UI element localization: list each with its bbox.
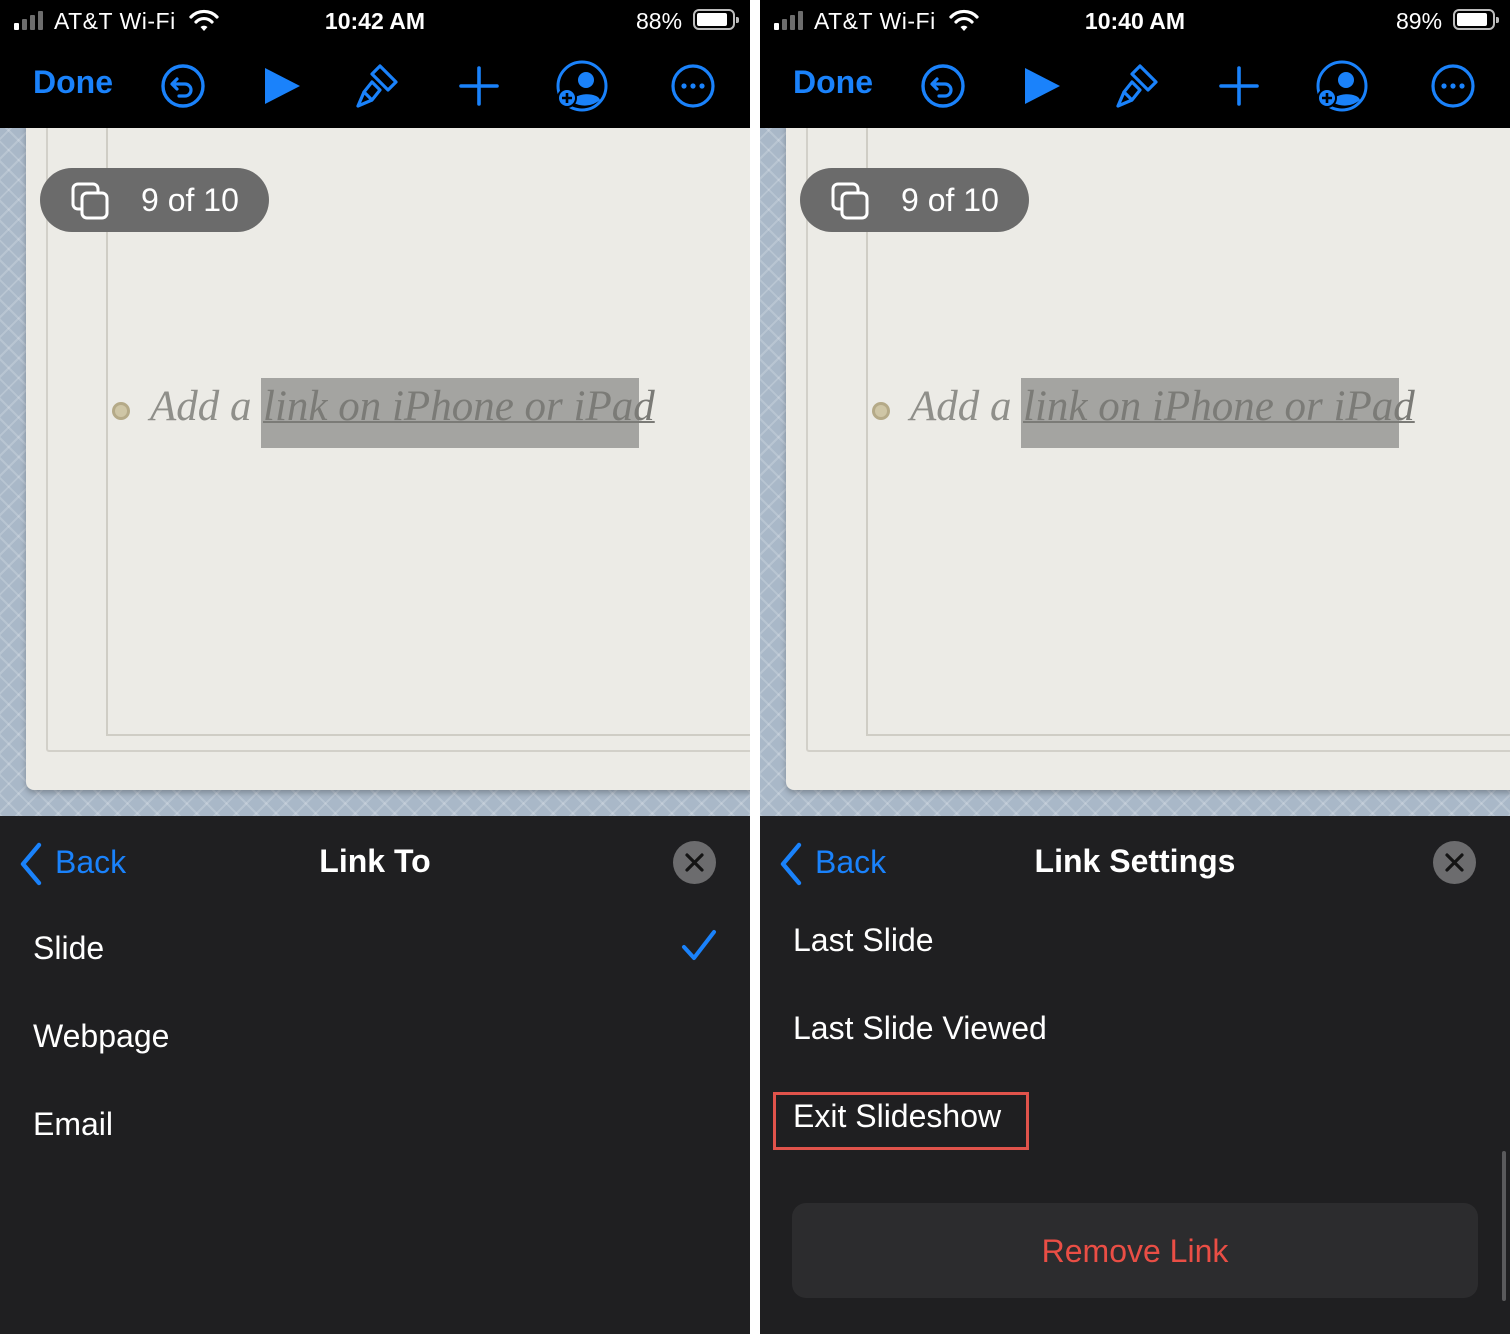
option-label: Webpage: [33, 1018, 170, 1054]
slide-link-text[interactable]: link on iPhone or iPad: [263, 382, 655, 431]
link-to-sheet: Back Link To Slide Webpage Email: [0, 816, 750, 1334]
slides-icon: [831, 182, 869, 220]
sheet-header: Back Link To: [0, 816, 750, 908]
slide-counter[interactable]: 9 of 10: [40, 168, 269, 232]
more-icon[interactable]: [665, 58, 721, 114]
option-label: Email: [33, 1106, 114, 1142]
battery-percent: 89%: [1396, 8, 1443, 34]
toolbar: Done: [0, 44, 750, 128]
status-bar: AT&T Wi-Fi 10:42 AM 88%: [0, 0, 750, 44]
battery-percent: 88%: [636, 8, 683, 34]
highlight-outline: [773, 1092, 1029, 1150]
remove-link-button[interactable]: Remove Link: [792, 1203, 1478, 1298]
option-slide[interactable]: Slide: [0, 908, 750, 996]
close-icon: [685, 853, 704, 872]
add-icon[interactable]: [451, 58, 507, 114]
option-label: Last Slide: [793, 922, 934, 958]
play-icon[interactable]: [1014, 58, 1070, 114]
sheet-title: Link To: [319, 843, 431, 879]
option-last-slide-viewed[interactable]: Last Slide Viewed: [760, 988, 1510, 1076]
slide-link-text[interactable]: link on iPhone or iPad: [1023, 382, 1415, 431]
sheet-title: Link Settings: [1034, 843, 1236, 879]
option-label: Slide: [33, 930, 105, 966]
checkmark-icon: [682, 930, 716, 960]
format-brush-icon[interactable]: [350, 58, 406, 114]
undo-icon[interactable]: [915, 58, 971, 114]
battery-icon: [1453, 9, 1499, 30]
slide-text-prefix: Add a: [150, 383, 252, 430]
slide-counter-label: 9 of 10: [141, 182, 239, 218]
toolbar: Done: [760, 44, 1510, 128]
undo-icon[interactable]: [155, 58, 211, 114]
option-webpage[interactable]: Webpage: [0, 996, 750, 1084]
play-icon[interactable]: [254, 58, 310, 114]
bullet-icon: [112, 402, 130, 420]
battery-icon: [693, 9, 739, 30]
remove-link-label: Remove Link: [1041, 1233, 1229, 1269]
screen-link-settings: AT&T Wi-Fi 10:40 AM 89% Done 9 of 10 Add…: [760, 0, 1510, 1334]
bullet-icon: [872, 402, 890, 420]
add-icon[interactable]: [1211, 58, 1267, 114]
collaborate-icon[interactable]: [1314, 58, 1370, 114]
slide-canvas[interactable]: 9 of 10 Add a link on iPhone or iPad: [0, 128, 750, 816]
link-settings-sheet: Back Link Settings Last Slide Last Slide…: [760, 816, 1510, 1334]
done-button[interactable]: Done: [33, 64, 113, 101]
collaborate-icon[interactable]: [554, 58, 610, 114]
slide-canvas[interactable]: 9 of 10 Add a link on iPhone or iPad: [760, 128, 1510, 816]
option-last-slide[interactable]: Last Slide: [760, 900, 1510, 988]
slide-text-prefix: Add a: [910, 383, 1012, 430]
done-button[interactable]: Done: [793, 64, 873, 101]
option-label: Last Slide Viewed: [793, 1010, 1047, 1046]
close-icon: [1445, 853, 1464, 872]
close-button[interactable]: [673, 841, 716, 884]
format-brush-icon[interactable]: [1110, 58, 1166, 114]
sheet-header: Back Link Settings: [760, 816, 1510, 908]
slide-counter-label: 9 of 10: [901, 182, 999, 218]
status-bar: AT&T Wi-Fi 10:40 AM 89%: [760, 0, 1510, 44]
close-button[interactable]: [1433, 841, 1476, 884]
option-email[interactable]: Email: [0, 1084, 750, 1172]
slide-counter[interactable]: 9 of 10: [800, 168, 1029, 232]
screen-link-to: AT&T Wi-Fi 10:42 AM 88% Done 9 of 10 Add…: [0, 0, 750, 1334]
slides-icon: [71, 182, 109, 220]
scroll-indicator[interactable]: [1502, 1151, 1506, 1301]
more-icon[interactable]: [1425, 58, 1481, 114]
